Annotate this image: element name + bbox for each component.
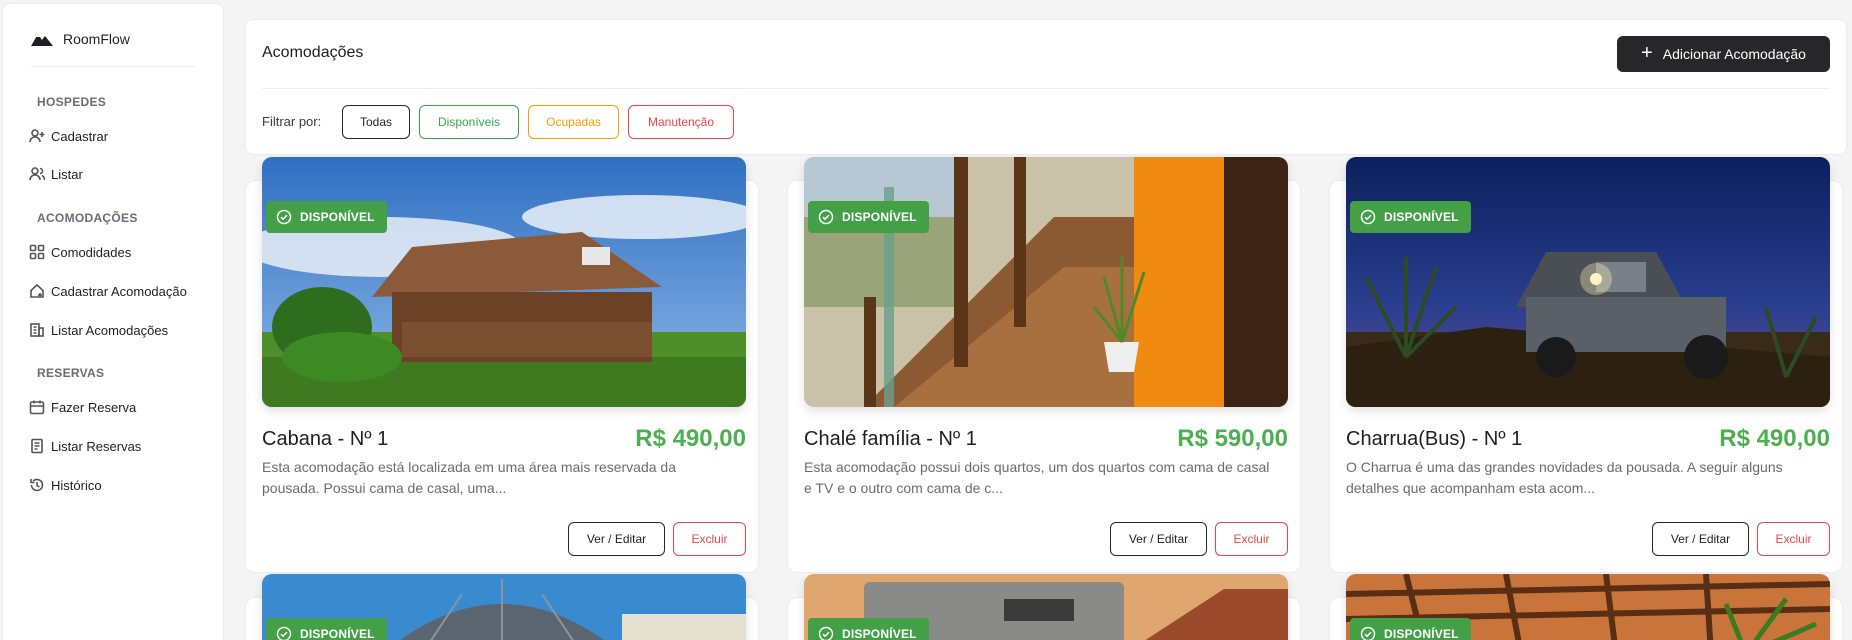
page-header: Acomodações + Adicionar Acomodação Filtr… (245, 19, 1847, 155)
section-title-reservas: RESERVAS (37, 366, 105, 380)
filter-label: Filtrar por: (262, 114, 322, 129)
sidebar-item-label: Listar Acomodações (51, 322, 169, 338)
accommodation-title: Charrua(Bus) - Nº 1 (1346, 428, 1523, 450)
check-circle-icon (818, 209, 834, 225)
document-icon (31, 438, 43, 454)
accommodation-price: R$ 490,00 (635, 425, 746, 452)
filter-occupied-button[interactable]: Ocupadas (528, 105, 619, 139)
check-circle-icon (818, 626, 834, 640)
accommodation-price: R$ 590,00 (1177, 425, 1288, 452)
add-accommodation-label: Adicionar Acomodação (1662, 46, 1806, 62)
sidebar-item-listar-acomodacoes[interactable]: Listar Acomodações (29, 318, 168, 342)
mountain-logo-icon (31, 34, 53, 46)
status-label: DISPONÍVEL (300, 210, 375, 224)
sidebar: RoomFlow HOSPEDES Cadastrar Listar ACOMO… (2, 3, 224, 640)
view-edit-button[interactable]: Ver / Editar (568, 522, 665, 556)
sidebar-item-listar-reservas[interactable]: Listar Reservas (29, 434, 141, 458)
delete-button[interactable]: Excluir (673, 522, 746, 556)
filter-maintenance-button[interactable]: Manutenção (628, 105, 734, 139)
view-edit-button[interactable]: Ver / Editar (1652, 522, 1749, 556)
check-circle-icon (276, 209, 292, 225)
status-badge: DISPONÍVEL (266, 201, 387, 233)
status-badge: DISPONÍVEL (1350, 201, 1471, 233)
app-name: RoomFlow (63, 31, 130, 47)
section-title-hospedes: HOSPEDES (37, 95, 107, 109)
status-badge: DISPONÍVEL (1350, 618, 1471, 640)
app-logo[interactable]: RoomFlow (31, 27, 130, 51)
accommodation-price: R$ 490,00 (1719, 425, 1830, 452)
sidebar-item-listar-hospedes[interactable]: Listar (29, 162, 83, 186)
grid-icon (29, 244, 45, 260)
add-accommodation-button[interactable]: + Adicionar Acomodação (1617, 36, 1830, 72)
accommodation-title: Cabana - Nº 1 (262, 428, 389, 450)
status-label: DISPONÍVEL (300, 627, 375, 640)
calendar-icon (29, 400, 45, 415)
accommodation-photo-cabin[interactable] (262, 157, 746, 407)
plus-icon: + (1641, 42, 1653, 64)
divider (262, 88, 1830, 89)
sidebar-item-label: Histórico (51, 477, 102, 493)
sidebar-item-label: Listar Reservas (51, 438, 142, 454)
accommodation-description: Esta acomodação está localizada em uma á… (262, 459, 676, 496)
users-icon (29, 167, 45, 181)
view-edit-button[interactable]: Ver / Editar (1110, 522, 1207, 556)
accommodation-description: O Charrua é uma das grandes novidades da… (1346, 459, 1783, 496)
building-icon (30, 323, 44, 337)
check-circle-icon (1360, 209, 1376, 225)
check-circle-icon (276, 626, 292, 640)
sidebar-item-label: Comodidades (51, 244, 132, 260)
house-plus-icon (30, 283, 44, 298)
sidebar-item-label: Cadastrar (51, 128, 109, 144)
status-badge: DISPONÍVEL (266, 618, 387, 640)
sidebar-item-comodidades[interactable]: Comodidades (29, 240, 131, 264)
user-plus-icon (29, 129, 45, 143)
status-badge: DISPONÍVEL (808, 618, 929, 640)
sidebar-item-historico[interactable]: Histórico (29, 473, 102, 497)
section-title-acomodacoes: ACOMODAÇÕES (37, 211, 138, 225)
filter-available-button[interactable]: Disponíveis (419, 105, 519, 139)
sidebar-item-cadastrar-acomodacao[interactable]: Cadastrar Acomodação (29, 279, 187, 303)
check-circle-icon (1360, 626, 1376, 640)
accommodation-description: Esta acomodação possui dois quartos, um … (804, 459, 1270, 496)
status-label: DISPONÍVEL (842, 210, 917, 224)
accommodation-photo-bus[interactable] (1346, 157, 1830, 407)
status-label: DISPONÍVEL (1384, 210, 1459, 224)
delete-button[interactable]: Excluir (1757, 522, 1830, 556)
sidebar-item-cadastrar-hospede[interactable]: Cadastrar (29, 124, 108, 148)
status-badge: DISPONÍVEL (808, 201, 929, 233)
status-label: DISPONÍVEL (1384, 627, 1459, 640)
sidebar-item-fazer-reserva[interactable]: Fazer Reserva (29, 395, 136, 419)
accommodation-photo-chalet[interactable] (804, 157, 1288, 407)
sidebar-item-label: Listar (51, 166, 83, 182)
page-title: Acomodações (262, 44, 364, 61)
delete-button[interactable]: Excluir (1215, 522, 1288, 556)
status-label: DISPONÍVEL (842, 627, 917, 640)
history-icon (30, 478, 44, 492)
sidebar-item-label: Fazer Reserva (51, 399, 137, 415)
filter-all-button[interactable]: Todas (342, 105, 410, 139)
sidebar-item-label: Cadastrar Acomodação (51, 283, 187, 299)
divider (31, 66, 195, 67)
accommodation-title: Chalé família - Nº 1 (804, 428, 977, 450)
